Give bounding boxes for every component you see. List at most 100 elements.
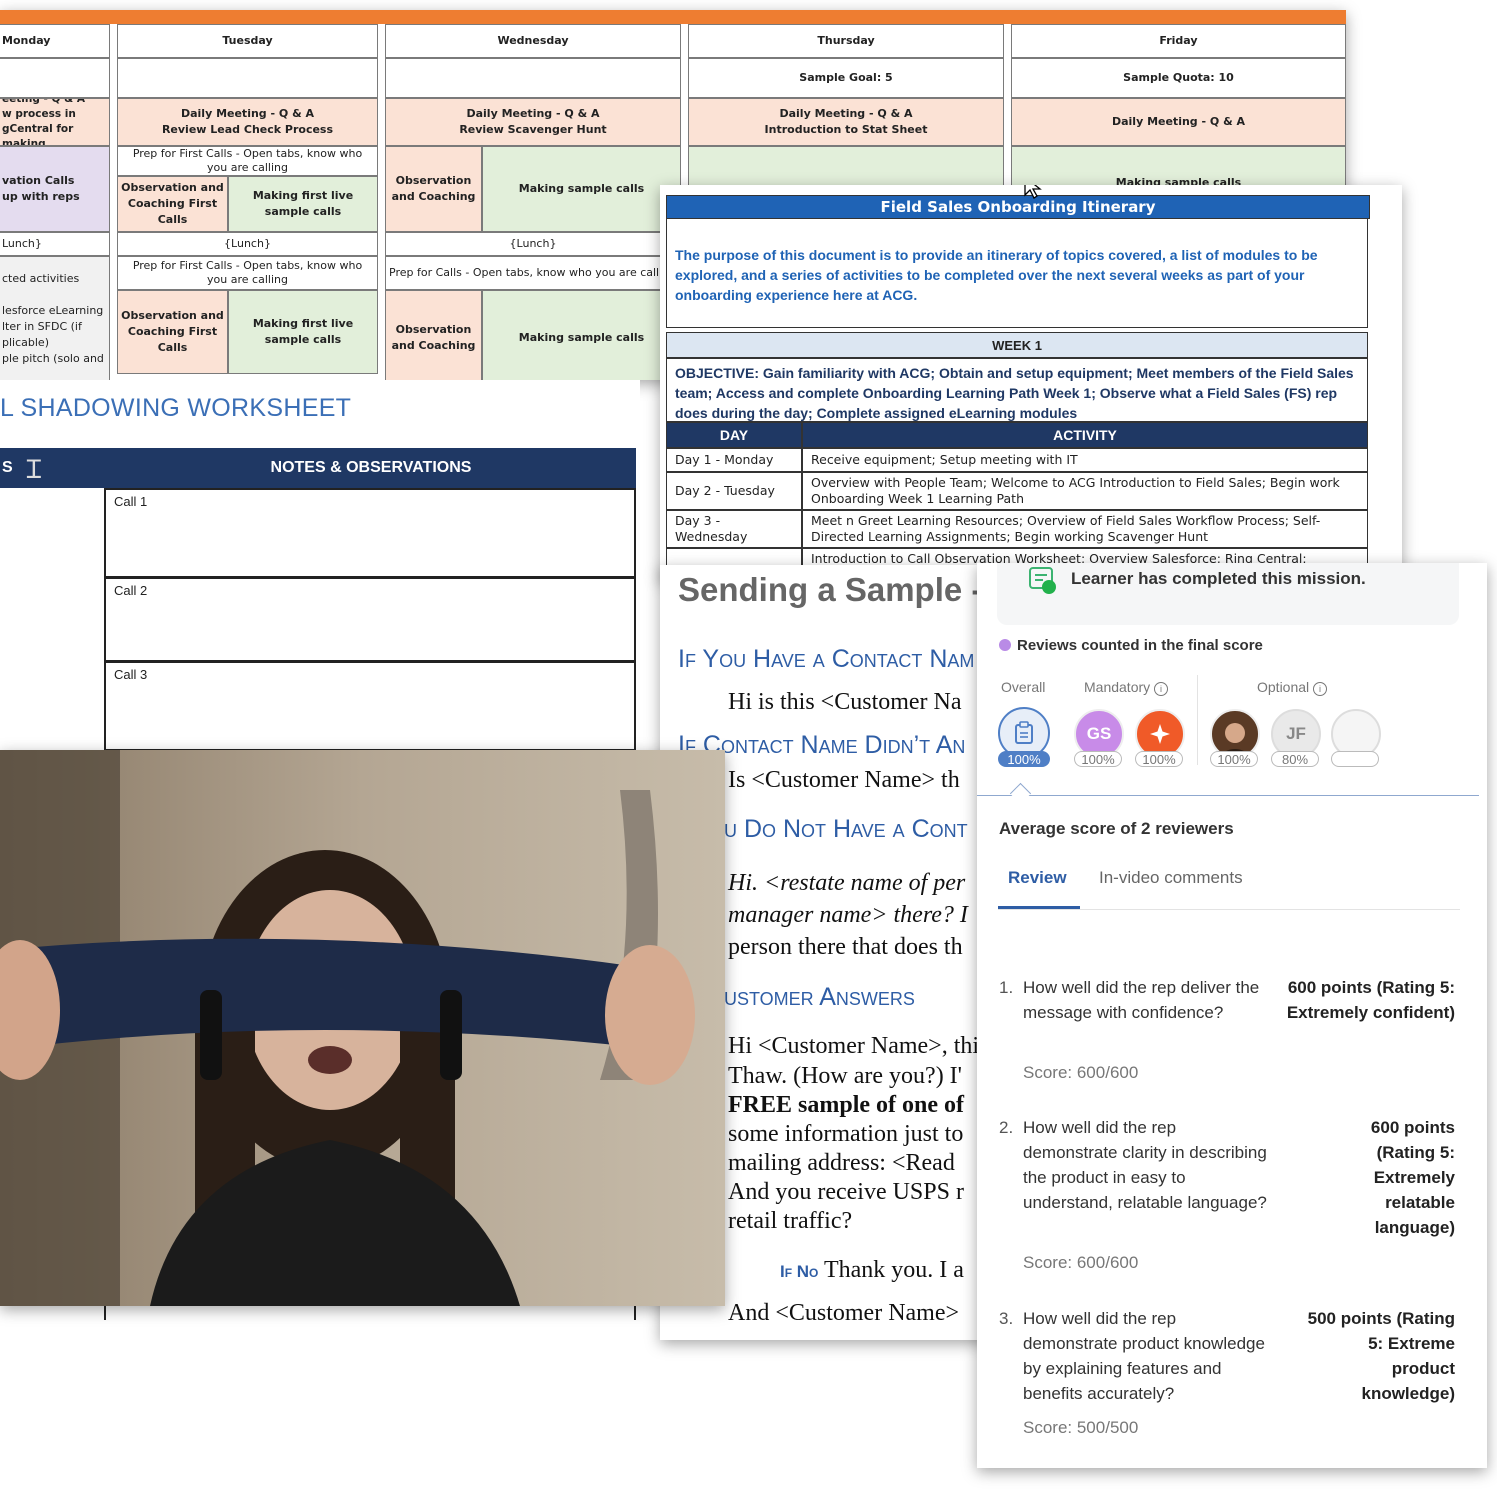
heading-customer-answers: ustomer Answers [724, 983, 915, 1011]
mission-complete-icon [1029, 567, 1056, 594]
call-3-cell[interactable]: Call 3 [104, 661, 636, 751]
reviewer-percent: 100% [1135, 751, 1183, 767]
overall-label: Overall [1001, 679, 1046, 695]
video-frame [0, 750, 725, 1306]
completion-banner: Learner has completed this mission. [997, 563, 1459, 625]
call-1-cell[interactable]: Call 1 [104, 488, 636, 578]
question-points: 500 points (Rating 5: Extreme product kn… [1307, 1309, 1455, 1403]
script-line: And you receive USPS r [728, 1179, 964, 1205]
itinerary-row-activity: Receive equipment; Setup meeting with IT [802, 448, 1368, 472]
itinerary-row-day: Day 3 - Wednesday [666, 510, 802, 548]
script-line: Hi. <restate name of per [728, 870, 966, 896]
reviewer-divider [1197, 675, 1198, 765]
review-scorecard: Learner has completed this mission. Revi… [977, 563, 1487, 1468]
tue-making-calls-pm-cell: Making first live sample calls [228, 290, 378, 374]
reviewer-percent: 80% [1271, 751, 1319, 767]
overall-percent: 100% [998, 751, 1050, 767]
worksheet-title: L SHADOWING WORKSHEET [0, 394, 352, 422]
day-column-header: DAY [666, 422, 802, 448]
script-line: some information just to [728, 1121, 964, 1147]
itinerary-row-day: Day 1 - Monday [666, 448, 802, 472]
itinerary-purpose: The purpose of this document is to provi… [666, 218, 1368, 328]
tabs-underline [998, 909, 1460, 910]
itinerary-title: Field Sales Onboarding Itinerary [666, 195, 1370, 219]
info-icon[interactable]: i [1313, 682, 1328, 696]
tue-prep-pm-cell: Prep for First Calls - Open tabs, know w… [117, 256, 378, 290]
wed-goal-cell [385, 58, 681, 98]
activity-column-header: ACTIVITY [802, 422, 1368, 448]
info-icon[interactable]: i [1154, 682, 1169, 696]
itinerary-row-activity: Meet n Greet Learning Resources; Overvie… [802, 510, 1368, 548]
wed-observation-pm-cell: Observation and Coaching [385, 290, 482, 380]
sparkle-icon [1150, 724, 1170, 744]
selection-separator [977, 795, 1479, 796]
tue-making-calls-cell: Making first live sample calls [228, 176, 378, 232]
tue-meeting-cell: Daily Meeting - Q & A Review Lead Check … [117, 98, 378, 146]
question-text: How well did the rep demonstrate clarity… [1023, 1118, 1267, 1212]
question-points: 600 points (Rating 5: Extremely confiden… [1286, 978, 1455, 1022]
day-header-wednesday: Wednesday [385, 24, 681, 58]
legend-text: Reviews counted in the final score [1017, 637, 1263, 654]
tab-review[interactable]: Review [1008, 868, 1067, 888]
week-header: WEEK 1 [666, 332, 1368, 358]
itinerary-row-activity: Overview with People Team; Welcome to AC… [802, 472, 1368, 510]
reviewer-percent: 100% [1074, 751, 1122, 767]
day-header-thursday: Thursday [688, 24, 1004, 58]
clipboard-icon [1015, 721, 1033, 744]
wed-making-calls-cell: Making sample calls [482, 146, 681, 232]
average-score-text: Average score of 2 reviewers [999, 819, 1234, 838]
script-line: Hi is this <Customer Na [728, 689, 962, 715]
mon-goal-cell [0, 58, 110, 98]
day-header-monday: Monday [0, 24, 110, 58]
wed-observation-cell: Observation and Coaching [385, 146, 482, 232]
legend-dot-icon [999, 639, 1011, 651]
rep-video-recording[interactable] [0, 750, 725, 1306]
fri-quota-cell: Sample Quota: 10 [1011, 58, 1346, 98]
if-no-line: If No Thank you. I a [780, 1255, 964, 1287]
mouse-pointer-icon [1024, 185, 1042, 199]
mandatory-label-text: Mandatory [1084, 679, 1151, 695]
week-objective: OBJECTIVE: Gain familiarity with ACG; Ob… [666, 358, 1368, 422]
mon-lunch-cell: Lunch} [0, 232, 110, 256]
call-2-cell[interactable]: Call 2 [104, 577, 636, 662]
script-line: retail traffic? [728, 1208, 853, 1234]
itinerary-row-day: Day 2 - Tuesday [666, 472, 802, 510]
notes-header: NOTES & OBSERVATIONS [106, 448, 636, 488]
heading-have-contact: If You Have a Contact Nam [678, 645, 975, 673]
tue-observation-pm-cell: Observation and Coaching First Calls [117, 290, 228, 374]
script-line: Is <Customer Name> th [728, 767, 960, 793]
tue-goal-cell [117, 58, 378, 98]
worksheet-left-header: S Ɪ [0, 448, 106, 488]
thu-goal-cell: Sample Goal: 5 [688, 58, 1004, 98]
selection-caret [1009, 782, 1032, 805]
question-number: 2. [999, 1118, 1014, 1137]
day-header-tuesday: Tuesday [117, 24, 378, 58]
mon-observation-cell: vation Calls up with reps [0, 146, 110, 232]
script-line: manager name> there? I [728, 902, 968, 928]
script-line: mailing address: <Read [728, 1150, 955, 1176]
tue-prep-cell: Prep for First Calls - Open tabs, know w… [117, 146, 378, 176]
question-text: How well did the rep deliver the message… [1023, 978, 1260, 1022]
optional-label-text: Optional [1257, 679, 1310, 695]
wed-prep-pm-cell: Prep for Calls - Open tabs, know who you… [385, 256, 681, 290]
reviewer-percent-empty [1331, 751, 1379, 767]
wed-making-calls-pm-cell: Making sample calls [482, 290, 681, 380]
mon-afternoon-cell: cted activities lesforce eLearning lter … [0, 256, 110, 380]
question-score: Score: 600/600 [1023, 1063, 1139, 1082]
tab-in-video-comments[interactable]: In-video comments [1099, 868, 1243, 888]
thu-meeting-cell: Daily Meeting - Q & A Introduction to St… [688, 98, 1004, 146]
wed-lunch-cell: {Lunch} [385, 232, 681, 256]
question-number: 1. [999, 978, 1014, 997]
question-score: Score: 600/600 [1023, 1253, 1139, 1272]
script-line: Thaw. (How are you?) I' [728, 1063, 962, 1089]
question-text: How well did the rep demonstrate product… [1023, 1309, 1265, 1403]
wed-meeting-cell: Daily Meeting - Q & A Review Scavenger H… [385, 98, 681, 146]
optional-label: Optional i [1257, 679, 1328, 696]
question-item: 1. How well did the rep deliver the mess… [999, 975, 1269, 1025]
if-no-text: Thank you. I a [823, 1257, 964, 1283]
reviewer-percent: 100% [1210, 751, 1258, 767]
heading-no-contact: u Do Not Have a Cont [724, 815, 968, 843]
question-item: 3. How well did the rep demonstrate prod… [999, 1306, 1269, 1406]
day-header-friday: Friday [1011, 24, 1346, 58]
mon-meeting-cell: eeting - Q & A w process in gCentral for… [0, 98, 110, 146]
